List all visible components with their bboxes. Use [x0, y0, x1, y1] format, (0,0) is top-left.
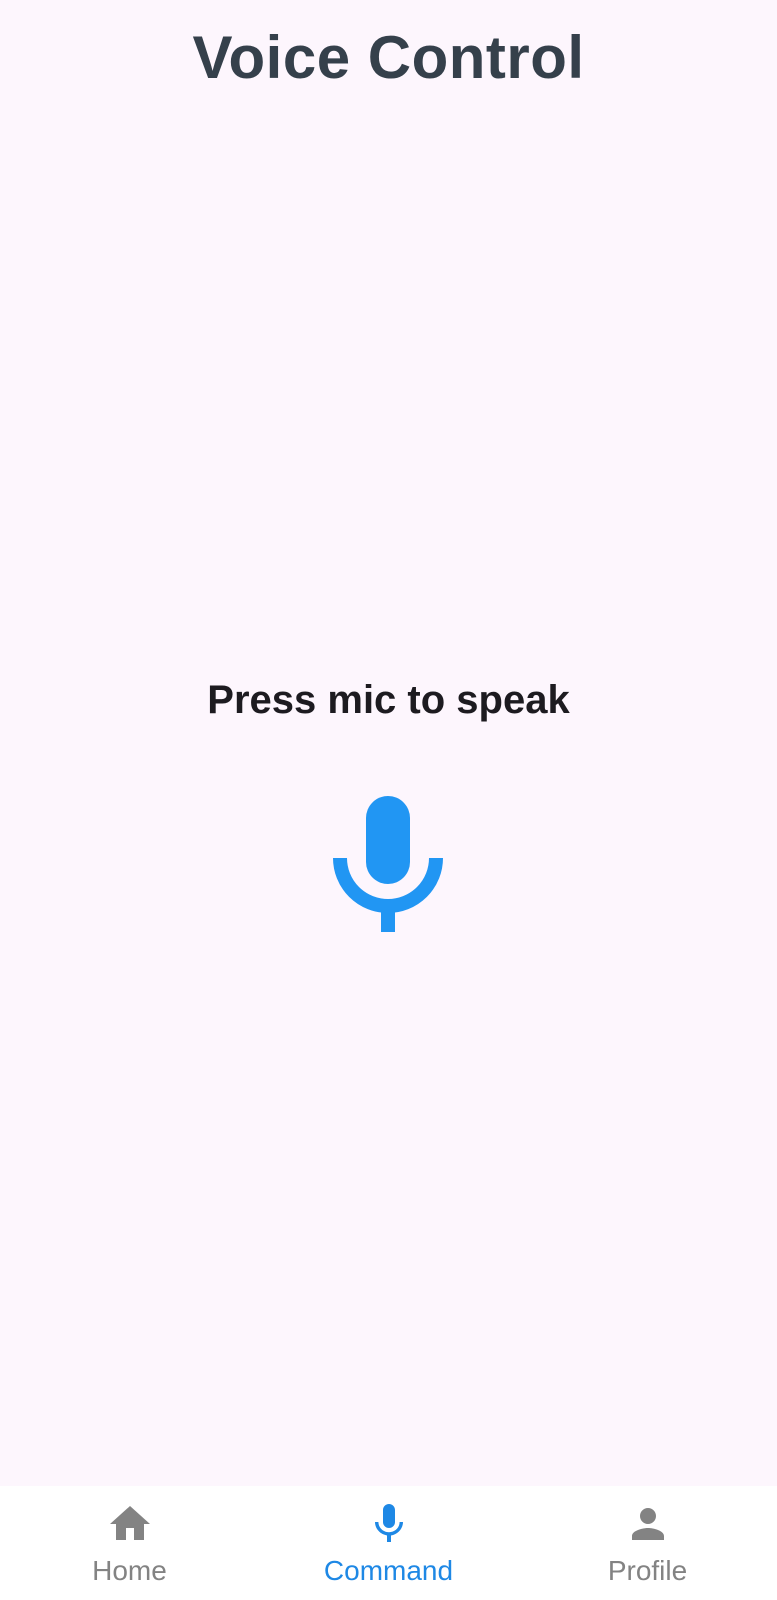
mic-button[interactable]: [326, 796, 450, 932]
person-icon: [631, 1508, 664, 1540]
nav-item-home[interactable]: Home: [30, 1486, 230, 1600]
voice-control-screen: Voice Control Press mic to speak Home Co…: [0, 0, 777, 1600]
home-icon: [109, 1506, 150, 1540]
bottom-navigation: Home Command Profile: [0, 1486, 777, 1600]
nav-item-profile[interactable]: Profile: [548, 1486, 748, 1600]
nav-item-command[interactable]: Command: [289, 1486, 489, 1600]
page-title: Voice Control: [192, 24, 585, 91]
mic-icon: [333, 796, 443, 932]
nav-label-home: Home: [92, 1555, 167, 1586]
speak-prompt: Press mic to speak: [207, 678, 570, 722]
nav-label-command: Command: [323, 1555, 454, 1586]
nav-label-profile: Profile: [607, 1555, 688, 1586]
mic-icon: [374, 1504, 403, 1542]
